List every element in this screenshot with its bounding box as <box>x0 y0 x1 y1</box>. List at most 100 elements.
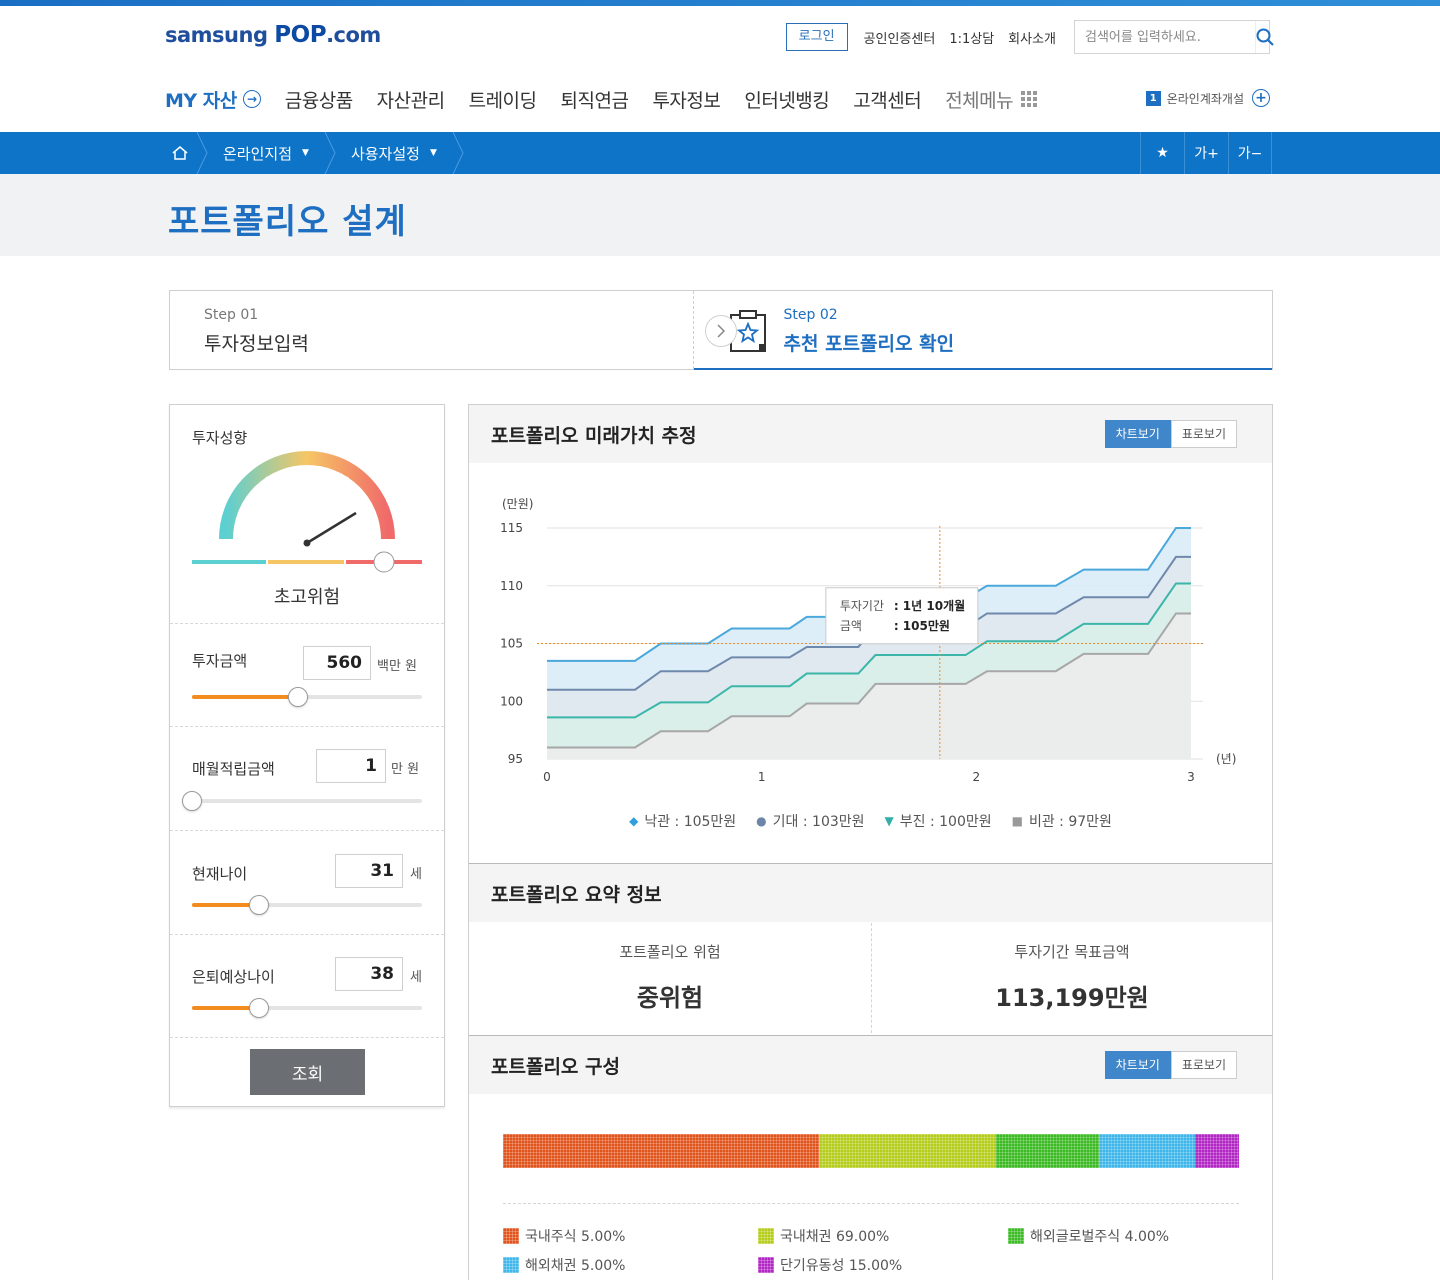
open-account-label: 온라인계좌개설 <box>1166 91 1244 106</box>
step-01[interactable]: Step 01 투자정보입력 <box>170 291 694 369</box>
x-tick-label: 3 <box>1187 770 1195 784</box>
tooltip-key: 투자기간 <box>840 599 884 613</box>
util-link-company[interactable]: 회사소개 <box>1008 28 1056 47</box>
font-increase-button[interactable]: 가+ <box>1184 132 1228 174</box>
nav-item-finance[interactable]: 금융상품 <box>285 86 353 113</box>
retire-age-slider[interactable] <box>192 998 422 1018</box>
login-button[interactable]: 로그인 <box>785 23 848 51</box>
util-link-consult[interactable]: 1:1상담 <box>949 28 994 47</box>
y-tick-label: 110 <box>500 579 523 593</box>
nav-all-menu-label: 전체메뉴 <box>945 89 1014 112</box>
table-view-button[interactable]: 표로보기 <box>1170 420 1237 448</box>
legend-sluggish[interactable]: ▼ 부진 : 100만원 <box>885 811 992 831</box>
breadcrumb-online-branch[interactable]: 온라인지점 ▼ <box>209 132 323 174</box>
home-icon[interactable] <box>165 132 195 174</box>
field-current-age: 현재나이 세 <box>170 831 444 935</box>
slider-handle[interactable] <box>182 791 202 811</box>
table-view-button[interactable]: 표로보기 <box>1170 1051 1237 1079</box>
bar-segment-domestic-stock[interactable] <box>503 1134 820 1168</box>
legend-domestic-bond: 국내채권 69.00% <box>758 1226 889 1246</box>
field-monthly-saving: 매월적립금액 만 원 <box>170 727 444 831</box>
breadcrumb-separator <box>452 132 464 174</box>
composition-header: 포트폴리오 구성 차트보기 표로보기 <box>469 1036 1272 1094</box>
query-button[interactable]: 조회 <box>250 1049 365 1095</box>
legend-text: 국내채권 69.00% <box>780 1229 890 1245</box>
invest-amount-slider[interactable] <box>192 687 422 707</box>
logo-text: samsung <box>165 23 268 47</box>
diamond-icon: ◆ <box>629 814 639 828</box>
nav-item-trading[interactable]: 트레이딩 <box>469 86 537 113</box>
risk-label: 투자성향 <box>192 429 248 447</box>
nav-item-asset-mgmt[interactable]: 자산관리 <box>377 86 445 113</box>
open-account-link[interactable]: 1 온라인계좌개설 + <box>1145 89 1270 107</box>
step-label: Step 01 <box>204 307 259 323</box>
legend-text: 낙관 : 105만원 <box>644 814 737 830</box>
nav-item-customer[interactable]: 고객센터 <box>853 86 921 113</box>
legend-expected[interactable]: ● 기대 : 103만원 <box>756 811 864 831</box>
summary-target-value: 113,199만원 <box>995 984 1149 1012</box>
search-icon[interactable] <box>1255 21 1274 53</box>
field-unit: 세 <box>410 970 422 985</box>
step-02[interactable]: Step 02 추천 포트폴리오 확인 <box>693 291 1272 370</box>
legend-foreign-bond: 해외채권 5.00% <box>503 1255 625 1275</box>
summary-risk: 포트폴리오 위험 중위험 <box>469 941 871 1013</box>
nav-item-pension[interactable]: 퇴직연금 <box>561 86 629 113</box>
circle-icon: ● <box>756 814 767 828</box>
legend-text: 기대 : 103만원 <box>772 814 865 830</box>
search-input[interactable] <box>1075 21 1255 53</box>
y-tick-label: 115 <box>500 521 523 535</box>
legend-domestic-stock: 국내주식 5.00% <box>503 1226 625 1246</box>
monthly-saving-input[interactable] <box>316 749 386 783</box>
site-logo[interactable]: samsung POP.com <box>165 22 381 48</box>
input-panel: 투자성향 초고위험 투자금액 백만 원 매월 <box>169 404 445 1107</box>
bar-segment-liquidity[interactable] <box>1194 1134 1239 1168</box>
summary-target: 투자기간 목표금액 113,199만원 <box>872 941 1272 1013</box>
nav-item-invest-info[interactable]: 투자정보 <box>652 86 720 113</box>
slider-handle[interactable] <box>287 687 308 707</box>
main-nav: MY 자산 → 금융상품 자산관리 트레이딩 퇴직연금 투자정보 인터넷뱅킹 고객… <box>165 84 1061 114</box>
slider-handle[interactable] <box>248 895 269 915</box>
chart-view-button[interactable]: 차트보기 <box>1104 1051 1171 1079</box>
bar-segment-global-stock[interactable] <box>996 1134 1100 1168</box>
section-title: 포트폴리오 구성 <box>491 1056 620 1078</box>
legend-swatch <box>758 1228 774 1244</box>
nav-my-asset[interactable]: MY 자산 → <box>165 86 261 113</box>
square-icon: ■ <box>1011 814 1023 828</box>
current-age-slider[interactable] <box>192 895 422 915</box>
legend-swatch <box>1008 1228 1024 1244</box>
slider-handle[interactable] <box>248 998 269 1018</box>
bar-segment-foreign-bond[interactable] <box>1099 1134 1195 1168</box>
legend-text: 해외글로벌주식 4.00% <box>1030 1229 1170 1245</box>
nav-item-banking[interactable]: 인터넷뱅킹 <box>744 86 829 113</box>
monthly-saving-slider[interactable] <box>182 791 422 811</box>
x-tick-label: 2 <box>973 770 981 784</box>
legend-optimistic[interactable]: ◆ 낙관 : 105만원 <box>629 811 736 831</box>
tooltip-value: : 1년 10개월 <box>894 598 965 613</box>
bar-segment-domestic-bond[interactable] <box>819 1134 997 1168</box>
retire-age-input[interactable] <box>335 957 403 991</box>
tooltip-value: : 105만원 <box>894 618 950 633</box>
tooltip-box <box>825 587 979 645</box>
caret-down-icon: ▼ <box>302 148 309 158</box>
breadcrumb-user-settings[interactable]: 사용자설정 ▼ <box>337 132 451 174</box>
current-age-input[interactable] <box>335 854 403 888</box>
legend-text: 단기유동성 15.00% <box>780 1258 903 1274</box>
triangle-down-icon: ▼ <box>884 814 894 828</box>
util-link-cert[interactable]: 공인인증센터 <box>864 28 936 47</box>
logo-pop: POP <box>274 22 327 48</box>
legend-pessimistic[interactable]: ■ 비관 : 97만원 <box>1012 811 1112 831</box>
result-panel: 포트폴리오 미래가치 추정 차트보기 표로보기 (만원) (년) 95 100 10… <box>468 404 1273 1280</box>
x-tick-label: 1 <box>758 770 766 784</box>
step-indicator: Step 01 투자정보입력 Step 02 추천 포트폴리오 확인 <box>169 290 1273 370</box>
future-value-header: 포트폴리오 미래가치 추정 차트보기 표로보기 <box>469 405 1272 463</box>
nav-all-menu[interactable]: 전체메뉴 <box>945 86 1038 113</box>
chart-view-button[interactable]: 차트보기 <box>1104 420 1171 448</box>
step-label: Step 02 <box>783 307 838 323</box>
utility-bar: 로그인 공인인증센터 1:1상담 회사소개 <box>785 20 1274 54</box>
favorite-star-icon[interactable]: ★ <box>1140 132 1184 174</box>
invest-amount-input[interactable] <box>303 646 371 680</box>
summary-target-label: 투자기간 목표금액 <box>1014 943 1130 961</box>
font-decrease-button[interactable]: 가− <box>1228 132 1272 174</box>
field-label: 투자금액 <box>192 652 248 670</box>
caret-down-icon: ▼ <box>429 148 437 158</box>
